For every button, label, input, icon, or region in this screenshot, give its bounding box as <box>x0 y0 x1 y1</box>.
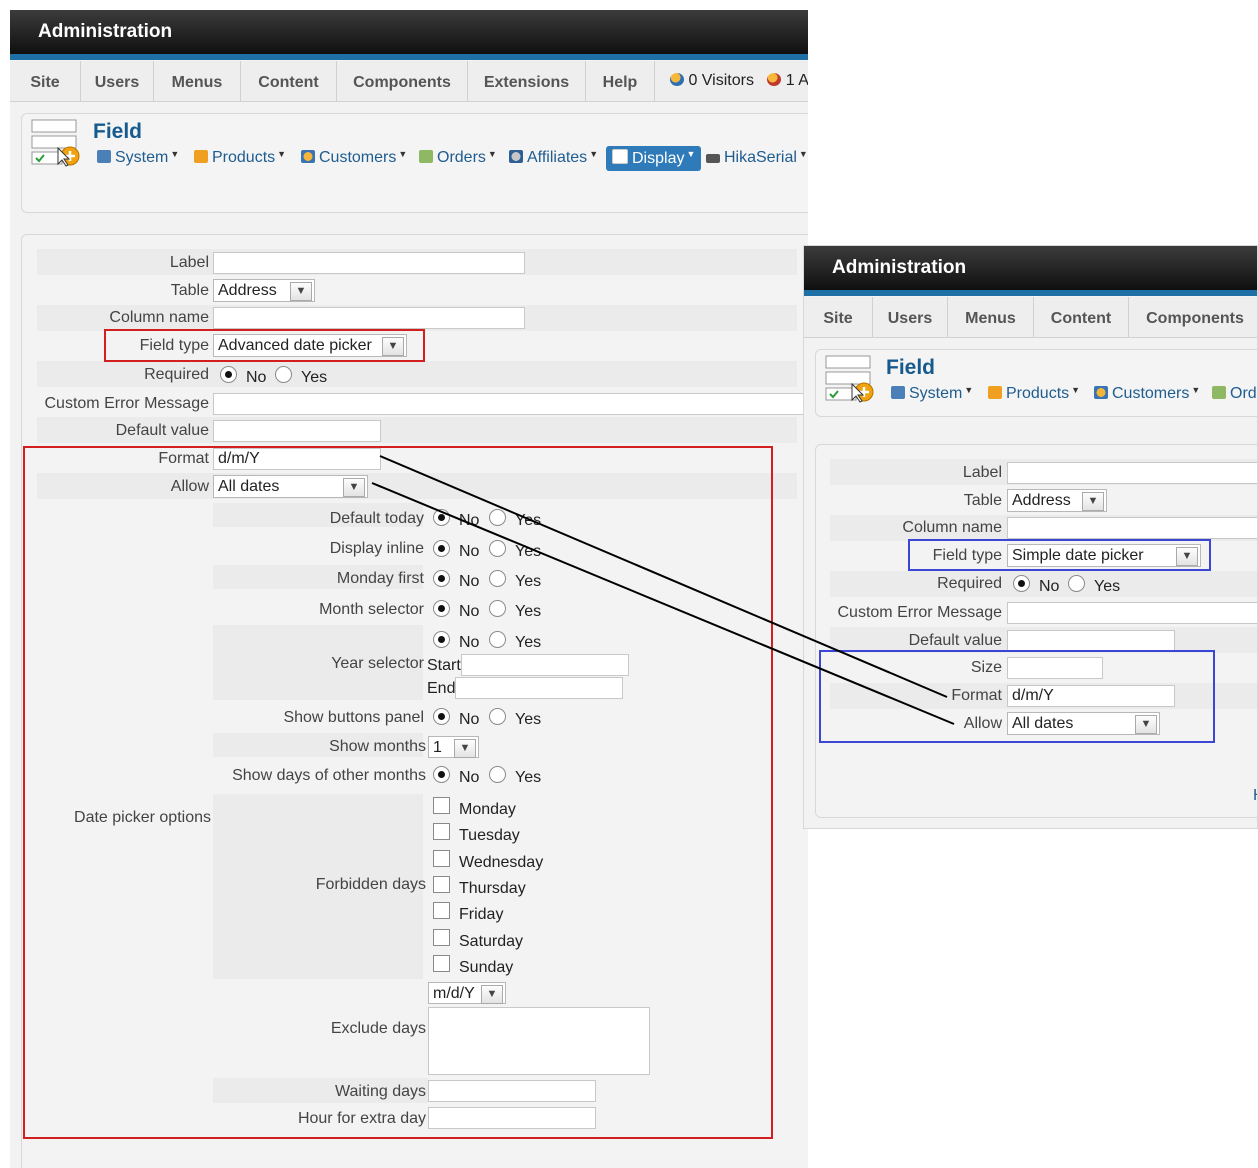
table-select[interactable]: Address ▼ <box>1007 489 1107 512</box>
admin-header: Administration <box>10 10 808 54</box>
table-select[interactable]: Address ▼ <box>213 279 315 302</box>
visitor-icon <box>670 73 684 86</box>
required-yes-radio[interactable] <box>1068 575 1085 592</box>
title-toolbar-box: Field System ▼ Products ▼ Customers ▼ Ord <box>815 349 1257 417</box>
page-title: Field <box>886 356 936 379</box>
display-icon <box>612 149 628 164</box>
default-value-input[interactable] <box>213 420 381 442</box>
field-icon <box>825 355 874 403</box>
column-name-label: Column name <box>109 309 209 326</box>
menu-help[interactable]: Help <box>586 61 655 101</box>
toolbar-orders[interactable]: Orders ▼ <box>419 149 497 167</box>
toolbar-affiliates[interactable]: Affiliates ▼ <box>509 149 598 167</box>
left-admin-panel: Administration Site Users Menus Content … <box>10 10 808 1168</box>
menu-components[interactable]: Components <box>1129 297 1257 337</box>
custom-error-input[interactable] <box>213 393 808 415</box>
label-label: Label <box>962 464 1002 481</box>
label-input[interactable] <box>1007 462 1257 484</box>
required-no-radio[interactable] <box>220 366 237 383</box>
toolbar-system[interactable]: System ▼ <box>891 385 973 403</box>
wrench-icon <box>891 386 905 399</box>
toolbar-system[interactable]: System ▼ <box>97 149 179 167</box>
custom-error-label: Custom Error Message <box>837 604 1003 621</box>
field-form: Label Table Address ▼ Column name Field t… <box>21 234 808 1168</box>
label-label: Label <box>169 254 209 271</box>
page-title: Field <box>93 120 143 143</box>
required-label: Required <box>937 575 1002 592</box>
admin-title: Administration <box>38 21 173 42</box>
orders-icon <box>419 150 433 163</box>
column-name-label: Column name <box>902 519 1002 536</box>
custom-error-label: Custom Error Message <box>44 395 210 412</box>
menu-content[interactable]: Content <box>241 61 337 101</box>
toolbar-products[interactable]: Products ▼ <box>194 149 286 167</box>
column-name-input[interactable] <box>1007 517 1257 539</box>
required-no-radio[interactable] <box>1013 575 1030 592</box>
chevron-down-icon: ▼ <box>1082 492 1104 511</box>
field-type-highlight <box>908 539 1211 571</box>
orders-icon <box>1212 386 1226 399</box>
box-icon <box>194 150 208 163</box>
header-stripe <box>804 290 1257 296</box>
toolbar-display[interactable]: Display ▼ <box>606 146 702 171</box>
menu-menus[interactable]: Menus <box>154 61 241 101</box>
admin-header: Administration <box>804 246 1257 290</box>
customers-icon <box>301 150 315 163</box>
menu-components[interactable]: Components <box>337 61 468 101</box>
wrench-icon <box>97 150 111 163</box>
default-value-label: Default value <box>908 632 1002 649</box>
required-yes-radio[interactable] <box>275 366 292 383</box>
main-menu: Site Users Menus Content Components <box>804 297 1257 338</box>
column-name-input[interactable] <box>213 307 525 329</box>
visitors-status: 0 Visitors 1 A <box>670 72 808 90</box>
toolbar-products[interactable]: Products ▼ <box>988 385 1080 403</box>
date-options-highlight <box>819 650 1215 743</box>
affiliates-icon <box>509 150 523 163</box>
table-label: Table <box>170 282 209 299</box>
field-icon <box>31 119 80 167</box>
admin-title: Administration <box>832 257 967 278</box>
header-stripe <box>10 54 808 60</box>
admin-user-icon <box>767 73 782 86</box>
chevron-down-icon: ▼ <box>290 282 312 301</box>
menu-users[interactable]: Users <box>873 297 948 337</box>
main-menu: Site Users Menus Content Components Exte… <box>10 61 808 102</box>
label-input[interactable] <box>213 252 525 274</box>
menu-menus[interactable]: Menus <box>948 297 1034 337</box>
toolbar-hikaserial[interactable]: HikaSerial ▼ <box>706 149 808 167</box>
menu-content[interactable]: Content <box>1034 297 1129 337</box>
box-icon <box>988 386 1002 399</box>
default-value-input[interactable] <box>1007 630 1175 652</box>
default-value-label: Default value <box>115 422 209 439</box>
menu-users[interactable]: Users <box>81 61 154 101</box>
required-label: Required <box>144 366 209 383</box>
custom-error-input[interactable] <box>1007 602 1257 624</box>
toolbar-customers[interactable]: Customers ▼ <box>1094 385 1200 403</box>
table-label: Table <box>963 492 1002 509</box>
date-picker-highlight <box>23 446 773 1139</box>
serial-icon <box>706 154 720 163</box>
footer-letter: H <box>1253 787 1257 805</box>
customers-icon <box>1094 386 1108 399</box>
toolbar-customers[interactable]: Customers ▼ <box>301 149 407 167</box>
right-admin-panel: Administration Site Users Menus Content … <box>803 245 1258 829</box>
menu-extensions[interactable]: Extensions <box>468 61 586 101</box>
title-toolbar-box: Field System ▼ Products ▼ Customers ▼ Order… <box>21 113 808 213</box>
menu-site[interactable]: Site <box>804 297 873 337</box>
toolbar-orders[interactable]: Ord <box>1212 385 1257 403</box>
menu-site[interactable]: Site <box>10 61 81 101</box>
field-type-highlight <box>104 329 425 362</box>
field-form: Label Table Address ▼ Column name Field t… <box>815 444 1257 818</box>
